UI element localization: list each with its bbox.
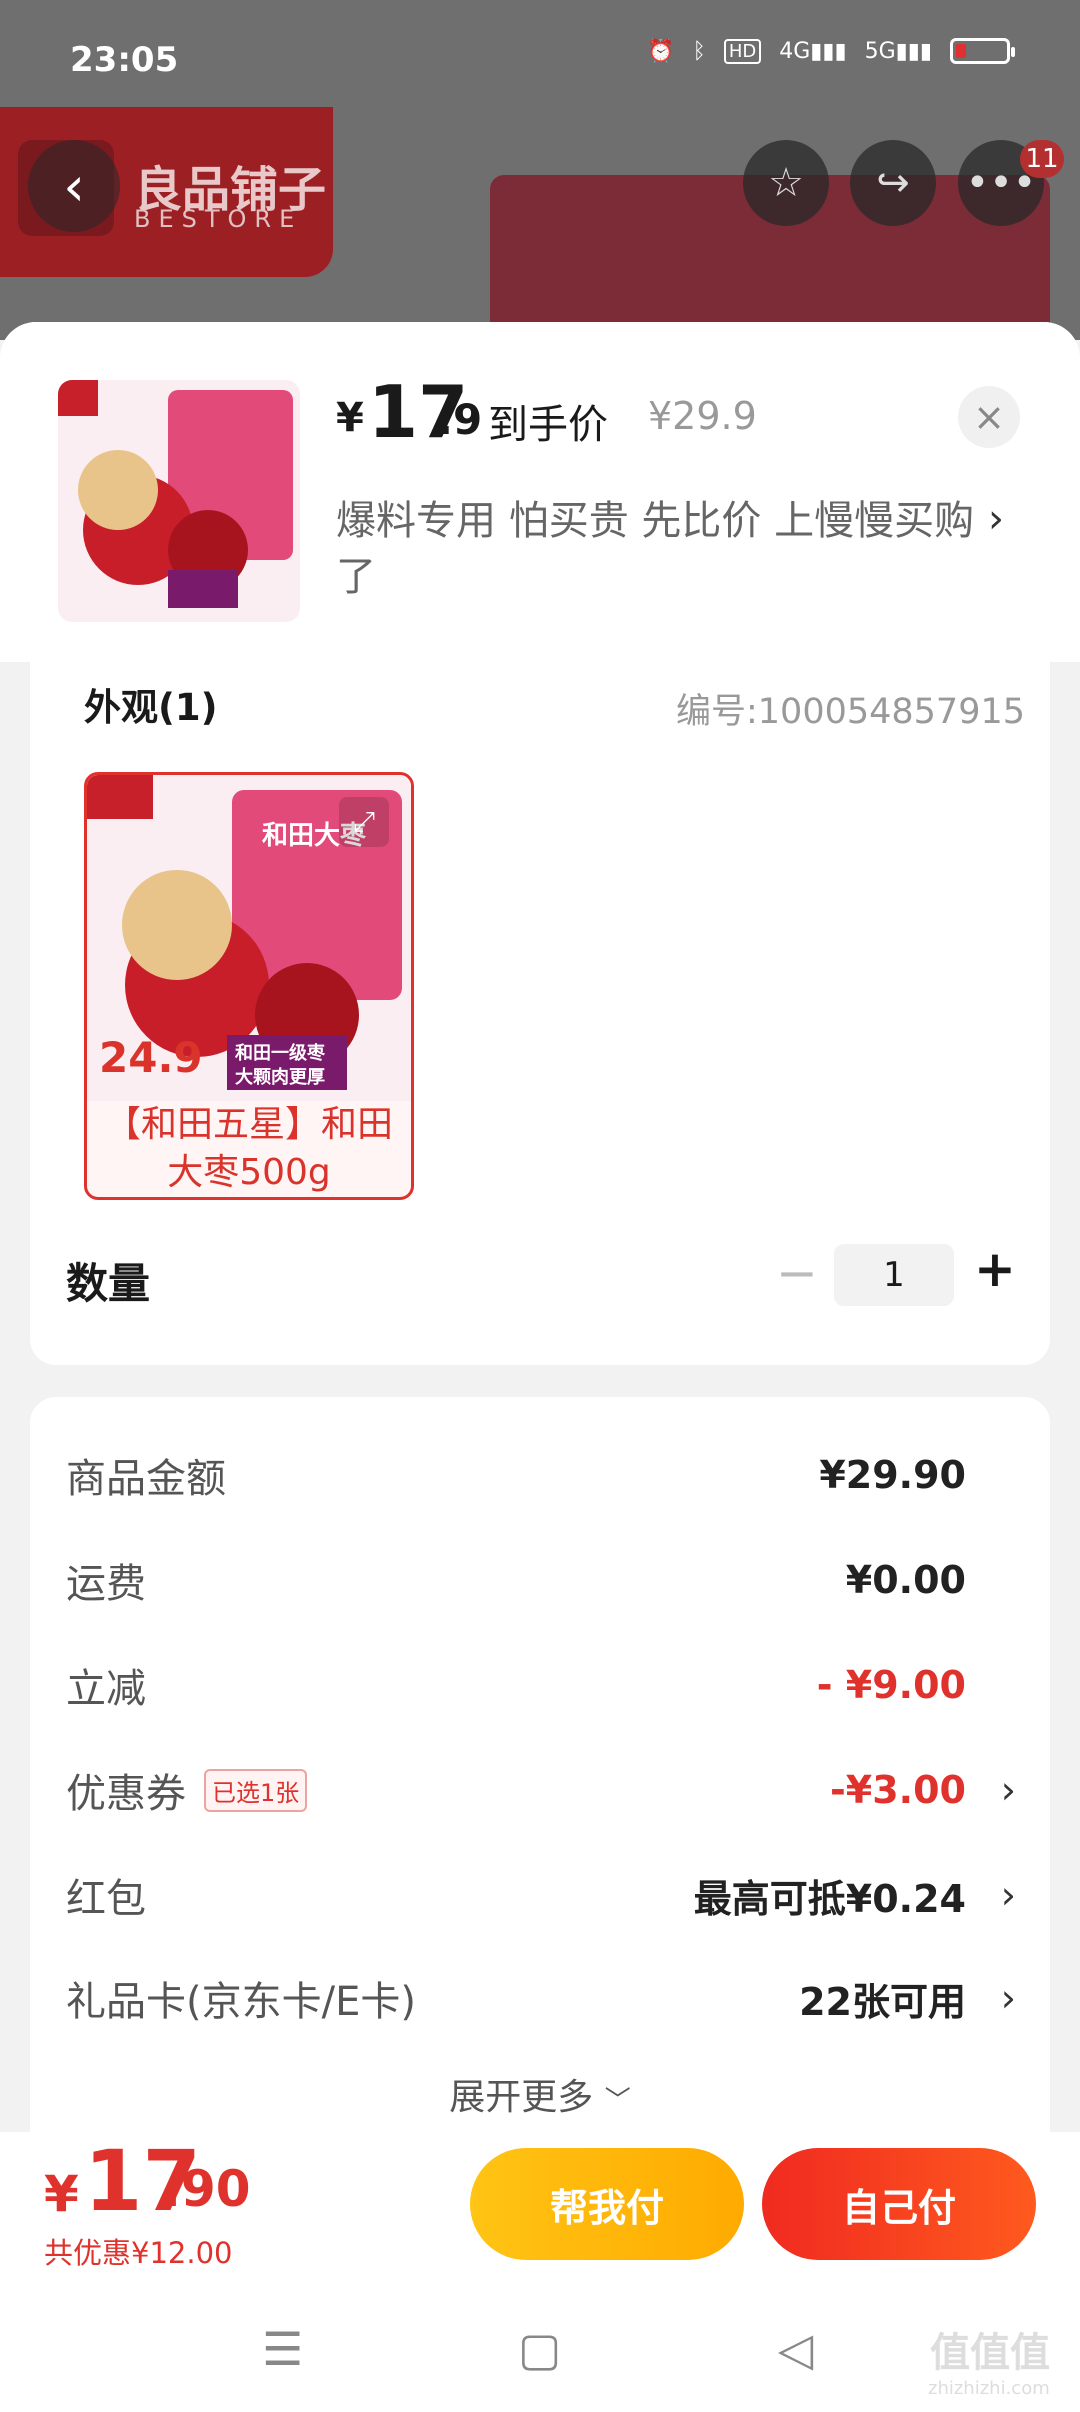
status-icons: ⏰ ᛒ HD 4G▮▮▮ 5G▮▮▮ xyxy=(647,38,1015,64)
home-icon[interactable]: ▢ xyxy=(518,2322,561,2376)
close-button[interactable]: × xyxy=(958,386,1020,448)
shipping-value: ¥0.00 xyxy=(845,1558,966,1602)
status-time: 23:05 xyxy=(70,40,179,80)
red-packet-value: 最高可抵¥0.24 xyxy=(693,1876,966,1921)
4g-signal-icon: 4G▮▮▮ xyxy=(779,38,847,64)
dates-product-image xyxy=(58,380,293,608)
coupon-selected-badge: 已选1张 xyxy=(204,1768,308,1812)
variant-label: 【和田五星】和田大枣500g xyxy=(104,1104,393,1193)
original-price: ¥29.9 xyxy=(648,394,757,438)
row-instant-discount: 立减 - ¥9.00 xyxy=(66,1650,1016,1720)
share-icon: ↪ xyxy=(876,160,910,206)
back-button[interactable]: ‹ xyxy=(28,140,120,232)
star-icon: ☆ xyxy=(768,160,804,206)
red-packet-label: 红包 xyxy=(66,1876,146,1922)
help-me-pay-button[interactable]: 帮我付 xyxy=(470,2148,744,2260)
row-goods-amount: 商品金额 ¥29.90 xyxy=(66,1440,1016,1510)
zoom-expand-icon[interactable]: ⤢ xyxy=(339,797,389,847)
final-price-tag: 到手价 xyxy=(488,402,608,448)
variant-image: 和田大枣 24.9 和田一级枣 大颗肉更厚 ⤢ xyxy=(87,775,411,1101)
watermark-logo: 值值值 xyxy=(930,2330,1050,2376)
close-icon: × xyxy=(973,395,1005,439)
row-shipping: 运费 ¥0.00 xyxy=(66,1545,1016,1615)
favorite-button[interactable]: ☆ xyxy=(743,140,829,226)
watermark-url: zhizhizhi.com xyxy=(928,2378,1050,2399)
quantity-increase-button[interactable]: + xyxy=(974,1240,1016,1298)
row-red-packet[interactable]: 红包 最高可抵¥0.24 › xyxy=(66,1860,1016,1930)
expand-more-button[interactable]: 展开更多 ﹀ xyxy=(0,2068,1080,2120)
instant-discount-label: 立减 xyxy=(66,1666,146,1712)
alarm-icon: ⏰ xyxy=(647,38,675,64)
shipping-label: 运费 xyxy=(66,1561,146,1607)
gift-card-label: 礼品卡(京东卡/E卡) xyxy=(66,1979,416,2025)
goods-amount-label: 商品金额 xyxy=(66,1456,226,1502)
chevron-right-icon: › xyxy=(1000,1768,1016,1812)
hd-icon: HD xyxy=(723,38,762,64)
row-gift-card[interactable]: 礼品卡(京东卡/E卡) 22张可用 › xyxy=(66,1963,1016,2033)
back-triangle-icon[interactable]: ◁ xyxy=(778,2322,813,2376)
gift-card-value: 22张可用 xyxy=(799,1979,966,2024)
total-currency: ¥ xyxy=(44,2165,79,2223)
quantity-label: 数量 xyxy=(66,1259,151,1308)
chevron-right-icon: › xyxy=(1000,1976,1016,2020)
price-currency: ¥ xyxy=(336,395,364,441)
menu-icon[interactable]: ☰ xyxy=(262,2322,303,2376)
share-button[interactable]: ↪ xyxy=(850,140,936,226)
notification-badge: 11 xyxy=(1020,140,1064,178)
package-slogan-1: 和田一级枣 xyxy=(235,1043,325,1064)
promo-text[interactable]: 爆料专用 怕买贵 先比价 上慢慢买购了 xyxy=(336,493,976,605)
bluetooth-icon: ᛒ xyxy=(692,38,706,64)
instant-discount-value: - ¥9.00 xyxy=(816,1663,966,1707)
goods-amount-value: ¥29.90 xyxy=(819,1453,966,1497)
chevron-right-icon: › xyxy=(1000,1873,1016,1917)
coupon-value: -¥3.00 xyxy=(830,1768,966,1812)
pay-myself-button[interactable]: 自己付 xyxy=(762,2148,1036,2260)
coupon-label: 优惠券 xyxy=(66,1771,186,1817)
total-saved-text: 共优惠¥12.00 xyxy=(44,2236,233,2270)
product-thumbnail xyxy=(58,380,300,622)
package-slogan-2: 大颗肉更厚 xyxy=(235,1067,325,1088)
quantity-decrease-button[interactable]: − xyxy=(776,1244,818,1302)
total-decimal: .90 xyxy=(162,2160,251,2218)
chevron-left-icon: ‹ xyxy=(63,154,85,218)
sku-number: 编号:100054857915 xyxy=(676,692,1026,732)
chevron-right-icon: › xyxy=(988,496,1004,542)
appearance-label: 外观(1) xyxy=(84,686,218,729)
expand-more-label: 展开更多 xyxy=(449,2077,594,2118)
chevron-down-icon: ﹀ xyxy=(604,2086,631,2116)
quantity-value[interactable]: 1 xyxy=(834,1244,954,1306)
battery-icon xyxy=(950,38,1015,64)
5g-signal-icon: 5G▮▮▮ xyxy=(864,38,932,64)
row-coupon[interactable]: 优惠券 已选1张 -¥3.00 › xyxy=(66,1755,1016,1825)
variant-option-selected[interactable]: 和田大枣 24.9 和田一级枣 大颗肉更厚 ⤢ 【和田五星】和田大枣500g xyxy=(84,772,414,1200)
package-price: 24.9 xyxy=(99,1033,203,1082)
price-decimal: .9 xyxy=(437,395,483,444)
brand-sub: BESTORE xyxy=(134,205,303,233)
